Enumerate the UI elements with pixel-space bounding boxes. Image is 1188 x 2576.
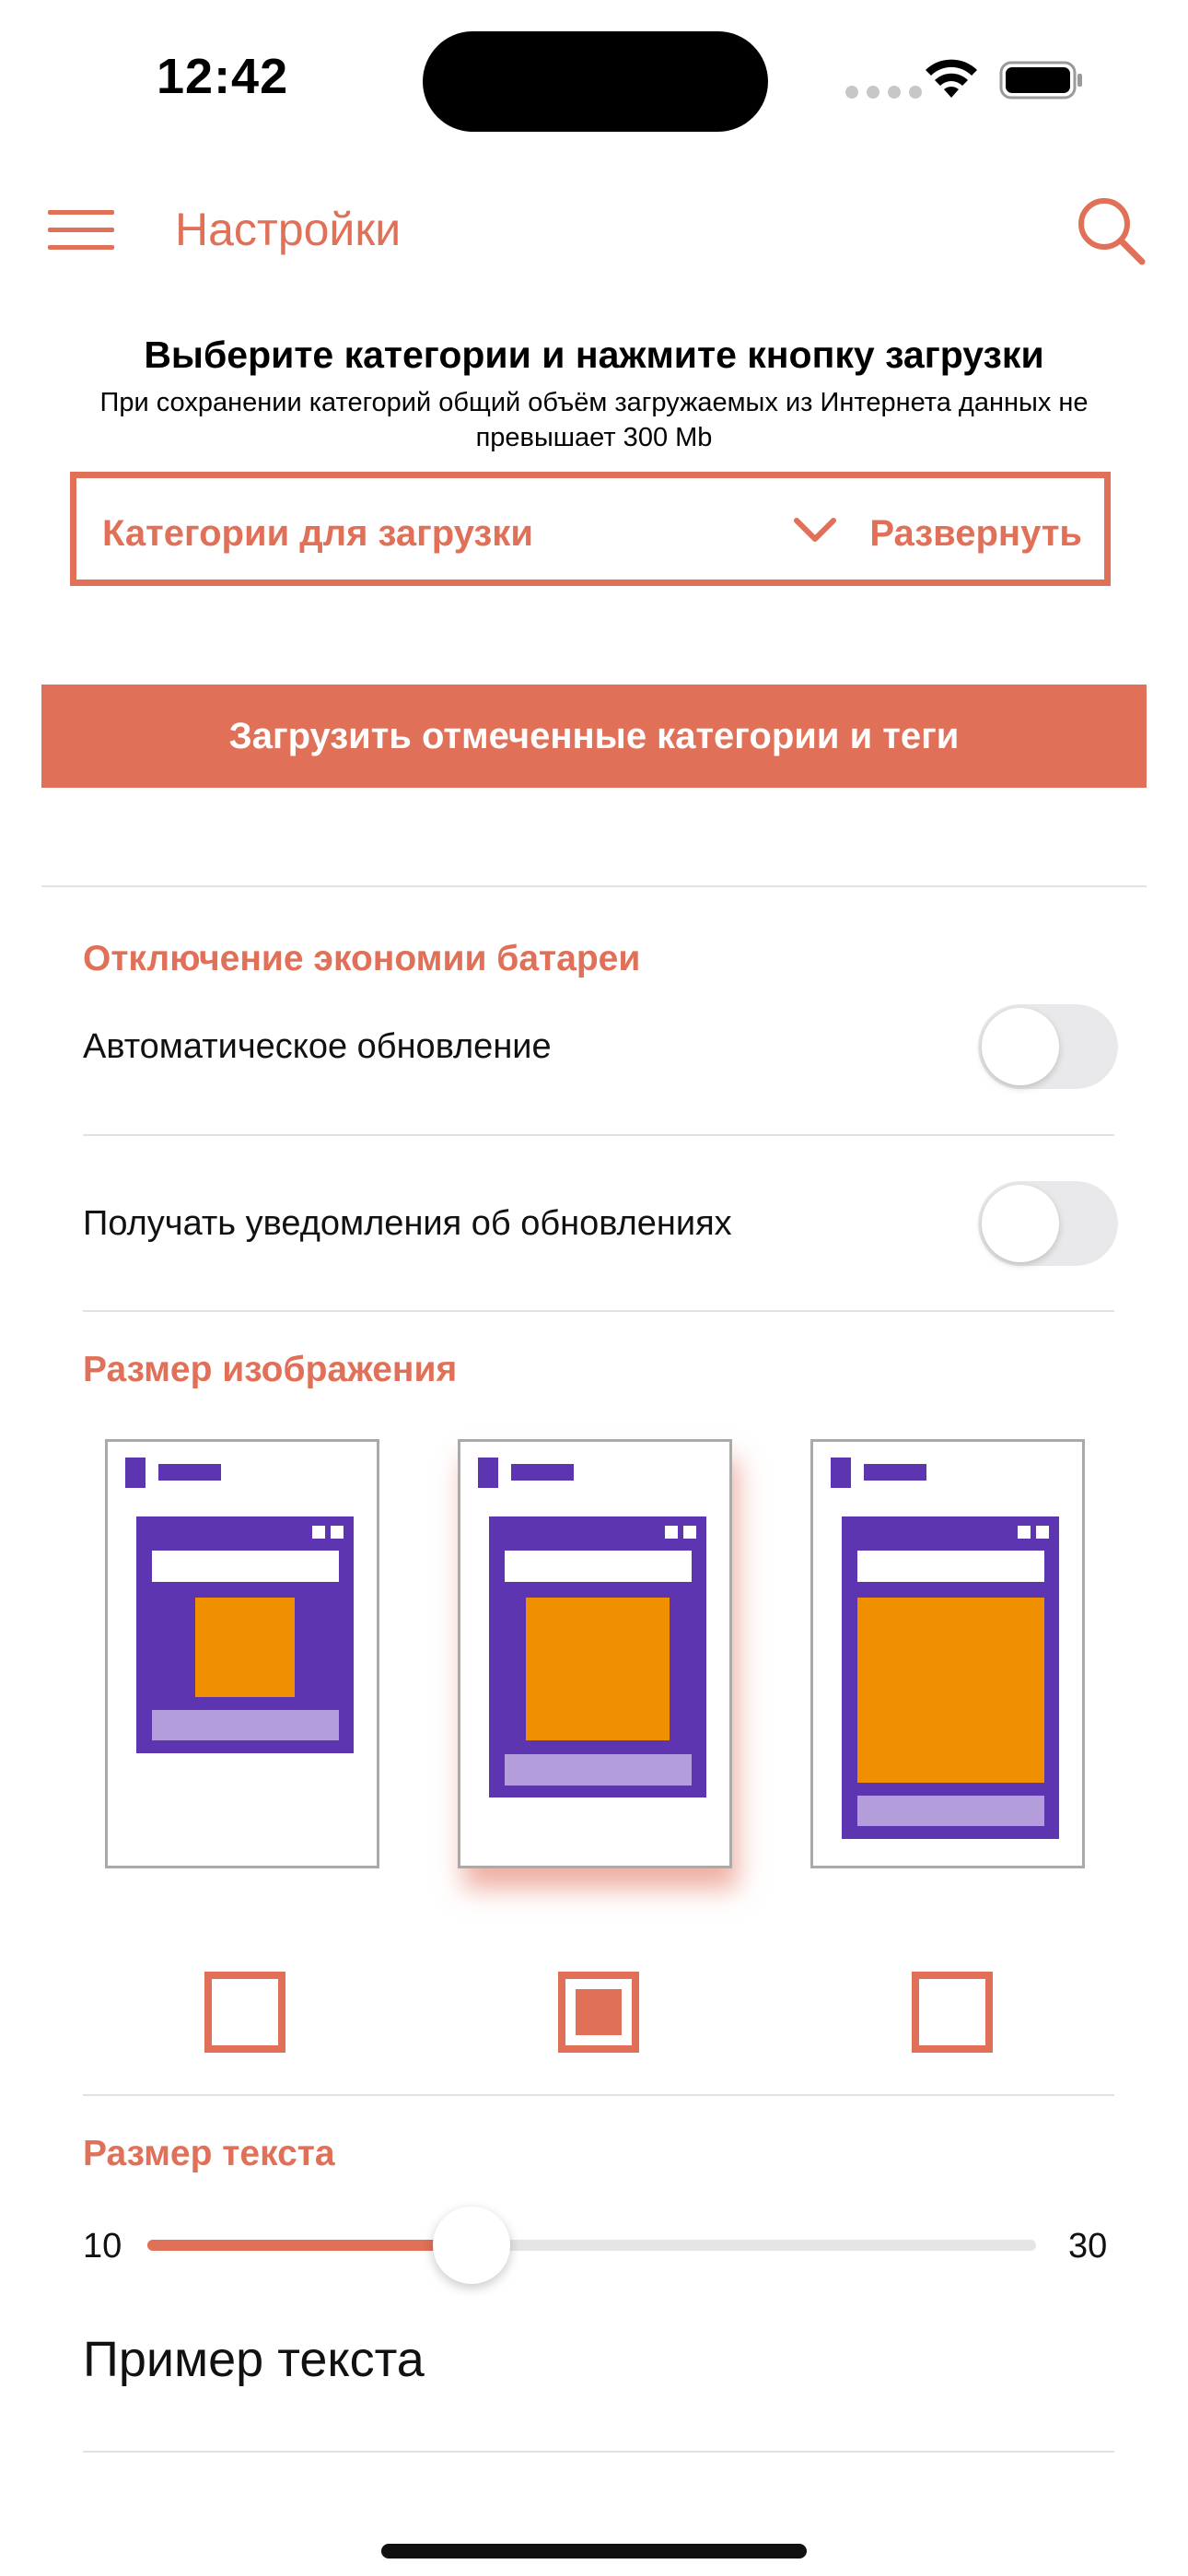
intro-description: При сохранении категорий общий объём заг… — [99, 388, 1089, 452]
row-divider — [83, 2094, 1114, 2096]
image-size-checkbox-small[interactable] — [204, 1972, 285, 2053]
slider-min-label: 10 — [83, 2227, 122, 2266]
cellular-signal-icon — [845, 86, 922, 99]
text-size-section-title: Размер текста — [83, 2134, 335, 2173]
battery-section-title: Отключение экономии батареи — [83, 939, 641, 978]
page-title: Настройки — [175, 204, 402, 255]
large-image-preview-icon — [831, 1458, 1059, 1839]
row-divider — [83, 1134, 1114, 1136]
hamburger-menu-icon[interactable] — [48, 210, 118, 251]
auto-update-label: Автоматическое обновление — [83, 1027, 552, 1066]
image-size-option-medium[interactable] — [458, 1439, 732, 1868]
row-divider — [83, 2451, 1114, 2453]
image-size-option-small[interactable] — [105, 1439, 379, 1868]
update-notifications-toggle[interactable] — [978, 1181, 1118, 1266]
update-notifications-label: Получать уведомления об обновлениях — [83, 1204, 732, 1243]
battery-icon — [999, 61, 1082, 100]
image-size-section-title: Размер изображения — [83, 1350, 458, 1389]
home-indicator[interactable] — [381, 2544, 807, 2558]
wifi-icon — [926, 59, 977, 98]
auto-update-toggle[interactable] — [978, 1004, 1118, 1089]
status-time: 12:42 — [157, 49, 289, 104]
slider-max-label: 30 — [1068, 2227, 1108, 2266]
medium-image-preview-icon — [478, 1458, 706, 1797]
categories-label: Категории для загрузки — [102, 513, 533, 554]
categories-dropdown[interactable]: Категории для загрузки Развернуть — [70, 472, 1111, 586]
row-divider — [83, 1310, 1114, 1312]
chevron-down-icon — [794, 518, 836, 542]
checkbox-checked-mark — [576, 1989, 622, 2035]
intro-heading: Выберите категории и нажмите кнопку загр… — [144, 334, 1044, 376]
image-size-option-large[interactable] — [810, 1439, 1085, 1868]
expand-link[interactable]: Развернуть — [869, 513, 1082, 555]
download-selected-button[interactable]: Загрузить отмеченные категории и теги — [41, 685, 1147, 788]
sample-text: Пример текста — [83, 2332, 425, 2387]
image-size-checkbox-medium[interactable] — [558, 1972, 639, 2053]
small-image-preview-icon — [125, 1458, 354, 1753]
section-divider — [41, 885, 1147, 887]
search-icon[interactable] — [1076, 195, 1146, 265]
dynamic-island — [423, 31, 768, 132]
image-size-checkbox-large[interactable] — [912, 1972, 993, 2053]
text-size-slider-fill — [147, 2240, 472, 2251]
text-size-slider-thumb[interactable] — [433, 2207, 511, 2284]
